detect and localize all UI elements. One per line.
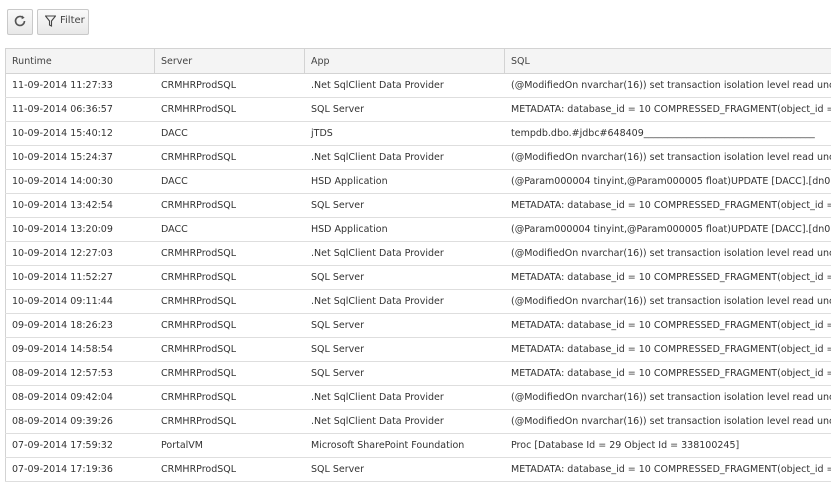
sql-cell: (@ModifiedOn nvarchar(16)) set transacti… [511,152,831,163]
server-cell: CRMHRProdSQL [161,464,237,475]
table-row[interactable]: 07-09-2014 17:59:32 PortalVM Microsoft Sha… [5,434,831,458]
runtime-cell: 10-09-2014 15:24:37 [5,146,155,169]
filter-icon [44,14,57,30]
sql-cell: METADATA: database_id = 10 COMPRESSED_FR… [511,320,831,331]
app-cell: .Net SqlClient Data Provider [311,416,444,427]
runtime-cell: 11-09-2014 06:36:57 [5,98,155,121]
runtime-cell: 09-09-2014 14:58:54 [5,338,155,361]
server-cell: PortalVM [161,440,203,451]
runtime-cell: 10-09-2014 12:27:03 [5,242,155,265]
server-cell: CRMHRProdSQL [161,416,237,427]
table-row[interactable]: 10-09-2014 15:24:37 CRMHRProdSQL .Net SqlC… [5,146,831,170]
column-header-sql[interactable]: SQL [505,49,831,73]
sql-cell: (@ModifiedOn nvarchar(16)) set transacti… [511,296,831,307]
sql-cell: (@Param000004 tinyint,@Param000005 float… [511,224,831,235]
table-body: 11-09-2014 11:27:33 CRMHRProdSQL .Net SqlC… [5,74,831,482]
toolbar: Filter [0,0,831,44]
app-cell: .Net SqlClient Data Provider [311,296,444,307]
table-row[interactable]: 09-09-2014 14:58:54 CRMHRProdSQL SQL Serve… [5,338,831,362]
app-cell: SQL Server [311,344,364,355]
column-header-server[interactable]: Server [155,49,305,73]
app-cell: HSD Application [311,176,388,187]
sql-cell: (@ModifiedOn nvarchar(16)) set transacti… [511,416,831,427]
runtime-cell: 10-09-2014 09:11:44 [5,290,155,313]
server-cell: CRMHRProdSQL [161,200,237,211]
server-cell: CRMHRProdSQL [161,320,237,331]
sql-cell: METADATA: database_id = 10 COMPRESSED_FR… [511,344,831,355]
server-cell: CRMHRProdSQL [161,344,237,355]
table-row[interactable]: 10-09-2014 12:27:03 CRMHRProdSQL .Net SqlC… [5,242,831,266]
server-cell: CRMHRProdSQL [161,392,237,403]
app-cell: .Net SqlClient Data Provider [311,152,444,163]
server-cell: DACC [161,224,188,235]
column-header-runtime[interactable]: Runtime [5,49,155,73]
server-cell: DACC [161,128,188,139]
runtime-cell: 07-09-2014 17:19:36 [5,458,155,481]
app-cell: SQL Server [311,272,364,283]
server-cell: DACC [161,176,188,187]
runtime-cell: 10-09-2014 13:42:54 [5,194,155,217]
table-row[interactable]: 10-09-2014 11:52:27 CRMHRProdSQL SQL Serve… [5,266,831,290]
app-cell: SQL Server [311,464,364,475]
sql-cell: (@ModifiedOn nvarchar(16)) set transacti… [511,392,831,403]
table-row[interactable]: 10-09-2014 09:11:44 CRMHRProdSQL .Net SqlC… [5,290,831,314]
runtime-cell: 10-09-2014 13:20:09 [5,218,155,241]
sql-cell: METADATA: database_id = 10 COMPRESSED_FR… [511,368,831,379]
table-row[interactable]: 10-09-2014 14:00:30 DACC HSD Application (@… [5,170,831,194]
runtime-cell: 10-09-2014 11:52:27 [5,266,155,289]
app-cell: SQL Server [311,200,364,211]
table-row[interactable]: 11-09-2014 11:27:33 CRMHRProdSQL .Net SqlC… [5,74,831,98]
app-cell: SQL Server [311,368,364,379]
table-row[interactable]: 07-09-2014 17:19:36 CRMHRProdSQL SQL Serve… [5,458,831,482]
runtime-cell: 10-09-2014 15:40:12 [5,122,155,145]
runtime-cell: 08-09-2014 09:42:04 [5,386,155,409]
app-cell: jTDS [311,128,333,139]
app-cell: .Net SqlClient Data Provider [311,80,444,91]
filter-label: Filter [60,14,85,26]
query-table: Runtime Server App SQL 11-09-2014 11:27:… [5,48,831,482]
app-cell: Microsoft SharePoint Foundation [311,440,465,451]
table-row[interactable]: 09-09-2014 18:26:23 CRMHRProdSQL SQL Serve… [5,314,831,338]
runtime-cell: 11-09-2014 11:27:33 [5,74,155,97]
sql-cell: (@Param000004 tinyint,@Param000005 float… [511,176,831,187]
sql-cell: Proc [Database Id = 29 Object Id = 33810… [511,440,740,451]
sql-cell: METADATA: database_id = 10 COMPRESSED_FR… [511,272,831,283]
server-cell: CRMHRProdSQL [161,152,237,163]
server-cell: CRMHRProdSQL [161,248,237,259]
table-row[interactable]: 10-09-2014 13:20:09 DACC HSD Application (@… [5,218,831,242]
refresh-button[interactable] [7,9,33,35]
sql-cell: METADATA: database_id = 10 COMPRESSED_FR… [511,200,831,211]
app-cell: HSD Application [311,224,388,235]
table-row[interactable]: 08-09-2014 09:42:04 CRMHRProdSQL .Net SqlC… [5,386,831,410]
runtime-cell: 08-09-2014 09:39:26 [5,410,155,433]
app-cell: SQL Server [311,320,364,331]
app-cell: .Net SqlClient Data Provider [311,248,444,259]
table-header: Runtime Server App SQL [5,48,831,74]
sql-cell: (@ModifiedOn nvarchar(16)) set transacti… [511,248,831,259]
sql-cell: METADATA: database_id = 10 COMPRESSED_FR… [511,464,831,475]
refresh-icon [13,14,27,31]
runtime-cell: 10-09-2014 14:00:30 [5,170,155,193]
runtime-cell: 07-09-2014 17:59:32 [5,434,155,457]
runtime-cell: 08-09-2014 12:57:53 [5,362,155,385]
runtime-cell: 09-09-2014 18:26:23 [5,314,155,337]
server-cell: CRMHRProdSQL [161,272,237,283]
sql-cell: tempdb.dbo.#jdbc#648409_________________… [511,128,815,139]
sql-cell: (@ModifiedOn nvarchar(16)) set transacti… [511,80,831,91]
table-row[interactable]: 10-09-2014 15:40:12 DACC jTDS tempdb.dbo.#j… [5,122,831,146]
filter-button[interactable]: Filter [37,9,89,35]
app-cell: .Net SqlClient Data Provider [311,392,444,403]
server-cell: CRMHRProdSQL [161,104,237,115]
table-row[interactable]: 08-09-2014 09:39:26 CRMHRProdSQL .Net SqlC… [5,410,831,434]
app-cell: SQL Server [311,104,364,115]
sql-cell: METADATA: database_id = 10 COMPRESSED_FR… [511,104,831,115]
server-cell: CRMHRProdSQL [161,368,237,379]
table-row[interactable]: 11-09-2014 06:36:57 CRMHRProdSQL SQL Serve… [5,98,831,122]
table-row[interactable]: 10-09-2014 13:42:54 CRMHRProdSQL SQL Serve… [5,194,831,218]
table-row[interactable]: 08-09-2014 12:57:53 CRMHRProdSQL SQL Serve… [5,362,831,386]
server-cell: CRMHRProdSQL [161,80,237,91]
server-cell: CRMHRProdSQL [161,296,237,307]
column-header-app[interactable]: App [305,49,505,73]
